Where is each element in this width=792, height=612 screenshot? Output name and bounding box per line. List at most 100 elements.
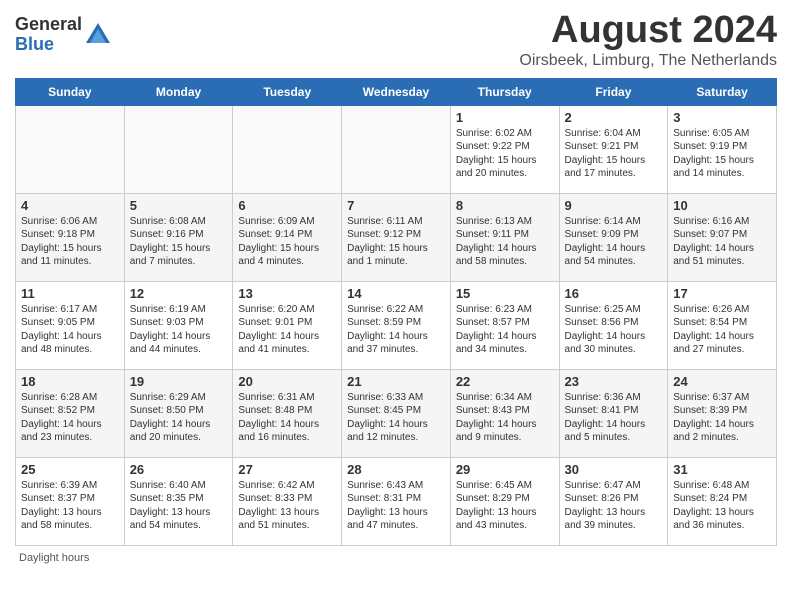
week-row-5: 25Sunrise: 6:39 AMSunset: 8:37 PMDayligh… [16,457,777,545]
day-number: 17 [673,286,771,301]
day-info: Daylight: 14 hours and 44 minutes. [130,330,228,357]
day-info: Sunrise: 6:22 AM [347,303,445,317]
calendar-cell: 24Sunrise: 6:37 AMSunset: 8:39 PMDayligh… [668,369,777,457]
day-info: Sunrise: 6:02 AM [456,127,554,141]
week-row-3: 11Sunrise: 6:17 AMSunset: 9:05 PMDayligh… [16,281,777,369]
day-info: Daylight: 14 hours and 58 minutes. [456,242,554,269]
day-info: Sunrise: 6:29 AM [130,391,228,405]
day-info: Sunset: 8:39 PM [673,404,771,418]
day-info: Sunrise: 6:37 AM [673,391,771,405]
day-info: Sunset: 8:35 PM [130,492,228,506]
day-info: Sunset: 8:37 PM [21,492,119,506]
footer-note: Daylight hours [15,552,777,564]
day-info: Sunset: 9:05 PM [21,316,119,330]
day-number: 19 [130,374,228,389]
calendar-cell: 29Sunrise: 6:45 AMSunset: 8:29 PMDayligh… [450,457,559,545]
logo-general-text: General [15,15,82,35]
day-info: Sunrise: 6:13 AM [456,215,554,229]
day-info: Sunrise: 6:43 AM [347,479,445,493]
day-info: Sunrise: 6:48 AM [673,479,771,493]
calendar-cell: 2Sunrise: 6:04 AMSunset: 9:21 PMDaylight… [559,105,668,193]
calendar-cell: 1Sunrise: 6:02 AMSunset: 9:22 PMDaylight… [450,105,559,193]
day-info: Sunset: 8:24 PM [673,492,771,506]
day-info: Sunset: 9:03 PM [130,316,228,330]
day-info: Daylight: 14 hours and 23 minutes. [21,418,119,445]
calendar-cell: 28Sunrise: 6:43 AMSunset: 8:31 PMDayligh… [342,457,451,545]
day-info: Sunset: 8:50 PM [130,404,228,418]
day-number: 7 [347,198,445,213]
day-info: Daylight: 15 hours and 7 minutes. [130,242,228,269]
day-info: Daylight: 13 hours and 58 minutes. [21,506,119,533]
day-info: Sunrise: 6:33 AM [347,391,445,405]
calendar-cell: 17Sunrise: 6:26 AMSunset: 8:54 PMDayligh… [668,281,777,369]
week-row-2: 4Sunrise: 6:06 AMSunset: 9:18 PMDaylight… [16,193,777,281]
day-info: Sunset: 8:56 PM [565,316,663,330]
day-info: Daylight: 14 hours and 5 minutes. [565,418,663,445]
day-info: Sunrise: 6:17 AM [21,303,119,317]
dow-header-saturday: Saturday [668,78,777,105]
day-number: 5 [130,198,228,213]
day-number: 31 [673,462,771,477]
day-info: Sunrise: 6:09 AM [238,215,336,229]
day-info: Sunset: 9:14 PM [238,228,336,242]
day-number: 20 [238,374,336,389]
day-info: Sunrise: 6:20 AM [238,303,336,317]
day-info: Sunset: 8:41 PM [565,404,663,418]
calendar-cell [16,105,125,193]
day-info: Daylight: 13 hours and 51 minutes. [238,506,336,533]
day-info: Sunrise: 6:11 AM [347,215,445,229]
day-number: 30 [565,462,663,477]
day-number: 22 [456,374,554,389]
calendar-cell: 10Sunrise: 6:16 AMSunset: 9:07 PMDayligh… [668,193,777,281]
dow-header-thursday: Thursday [450,78,559,105]
day-number: 2 [565,110,663,125]
day-info: Sunrise: 6:14 AM [565,215,663,229]
calendar-cell: 6Sunrise: 6:09 AMSunset: 9:14 PMDaylight… [233,193,342,281]
day-info: Sunset: 8:31 PM [347,492,445,506]
day-info: Daylight: 13 hours and 43 minutes. [456,506,554,533]
calendar-cell: 15Sunrise: 6:23 AMSunset: 8:57 PMDayligh… [450,281,559,369]
calendar-body: 1Sunrise: 6:02 AMSunset: 9:22 PMDaylight… [16,105,777,545]
day-info: Sunrise: 6:19 AM [130,303,228,317]
calendar-cell: 18Sunrise: 6:28 AMSunset: 8:52 PMDayligh… [16,369,125,457]
day-info: Daylight: 14 hours and 20 minutes. [130,418,228,445]
day-number: 27 [238,462,336,477]
logo-blue-text: Blue [15,35,82,55]
day-info: Daylight: 13 hours and 39 minutes. [565,506,663,533]
day-number: 26 [130,462,228,477]
day-info: Sunrise: 6:25 AM [565,303,663,317]
day-info: Daylight: 14 hours and 16 minutes. [238,418,336,445]
day-info: Daylight: 14 hours and 34 minutes. [456,330,554,357]
day-info: Sunset: 9:07 PM [673,228,771,242]
calendar-cell: 4Sunrise: 6:06 AMSunset: 9:18 PMDaylight… [16,193,125,281]
calendar-cell: 14Sunrise: 6:22 AMSunset: 8:59 PMDayligh… [342,281,451,369]
day-info: Sunset: 9:12 PM [347,228,445,242]
week-row-1: 1Sunrise: 6:02 AMSunset: 9:22 PMDaylight… [16,105,777,193]
calendar-cell: 16Sunrise: 6:25 AMSunset: 8:56 PMDayligh… [559,281,668,369]
day-info: Sunset: 9:19 PM [673,140,771,154]
day-info: Sunset: 9:21 PM [565,140,663,154]
calendar-cell [124,105,233,193]
calendar-cell: 5Sunrise: 6:08 AMSunset: 9:16 PMDaylight… [124,193,233,281]
days-of-week-row: SundayMondayTuesdayWednesdayThursdayFrid… [16,78,777,105]
day-number: 9 [565,198,663,213]
day-number: 3 [673,110,771,125]
day-info: Sunset: 8:57 PM [456,316,554,330]
calendar-cell: 30Sunrise: 6:47 AMSunset: 8:26 PMDayligh… [559,457,668,545]
day-info: Sunrise: 6:26 AM [673,303,771,317]
day-info: Sunset: 8:29 PM [456,492,554,506]
location-subtitle: Oirsbeek, Limburg, The Netherlands [519,52,777,70]
day-info: Sunset: 9:11 PM [456,228,554,242]
day-info: Daylight: 15 hours and 20 minutes. [456,154,554,181]
day-info: Sunrise: 6:31 AM [238,391,336,405]
day-number: 8 [456,198,554,213]
day-info: Sunrise: 6:08 AM [130,215,228,229]
dow-header-wednesday: Wednesday [342,78,451,105]
day-number: 16 [565,286,663,301]
dow-header-tuesday: Tuesday [233,78,342,105]
calendar-cell: 3 Sunrise: 6:05 AMSunset: 9:19 PMDaylight… [668,105,777,193]
day-info: Daylight: 15 hours and 14 minutes. [673,154,771,181]
logo-icon [84,21,112,49]
day-info: Sunrise: 6:05 AM [673,127,771,141]
calendar-cell: 19 Sunrise: 6:29 AMSunset: 8:50 PMDayligh… [124,369,233,457]
